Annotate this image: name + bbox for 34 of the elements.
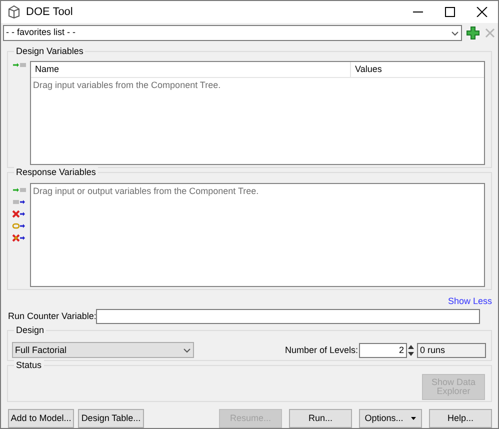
add-variable-icon[interactable] xyxy=(12,61,26,69)
group-label: Design Variables xyxy=(14,45,86,58)
run-counter-field[interactable] xyxy=(96,309,480,324)
link-variable-icon[interactable] xyxy=(12,222,26,230)
favorites-dropdown[interactable]: - - favorites list - - xyxy=(3,25,462,41)
delete-all-icon[interactable] xyxy=(12,234,26,242)
chevron-icon xyxy=(183,348,191,353)
cube-icon xyxy=(7,5,21,19)
chevron-icon xyxy=(451,30,459,36)
dialog-button[interactable]: Design Table... xyxy=(78,408,144,428)
runs-field: 0 runs xyxy=(417,342,486,358)
show-less-link[interactable]: Show Less xyxy=(448,294,492,308)
caret-icon xyxy=(411,416,416,420)
dialog-button[interactable]: Add to Model... xyxy=(8,408,74,428)
dialog-button[interactable]: Run... xyxy=(289,408,352,428)
field-label: Number of Levels: xyxy=(284,344,358,357)
field-label: Run Counter Variable: xyxy=(8,310,96,324)
dialog-button[interactable]: Help... xyxy=(429,408,492,428)
window-title: DOE Tool xyxy=(26,4,74,20)
spin-arrows-icon[interactable] xyxy=(407,342,415,358)
maximize-button[interactable] xyxy=(444,7,456,17)
group-label: Response Variables xyxy=(14,166,98,180)
group-label: Design xyxy=(14,324,46,338)
placeholder-text: Drag input or output variables from the Component Tree. xyxy=(32,185,260,198)
levels-spinner[interactable]: 2 xyxy=(359,342,407,358)
close-button[interactable] xyxy=(476,7,488,17)
column-header[interactable]: Name xyxy=(31,62,351,77)
column-header[interactable]: Values xyxy=(351,62,484,77)
dialog-button[interactable]: Options... xyxy=(359,408,422,428)
add-icon[interactable] xyxy=(466,26,480,40)
delete-variable-icon[interactable] xyxy=(12,210,26,218)
output-variable-icon[interactable] xyxy=(12,198,26,206)
placeholder-text: Drag input variables from the Component Tree. xyxy=(32,79,222,92)
design-method-dropdown[interactable]: Full Factorial xyxy=(12,342,194,358)
